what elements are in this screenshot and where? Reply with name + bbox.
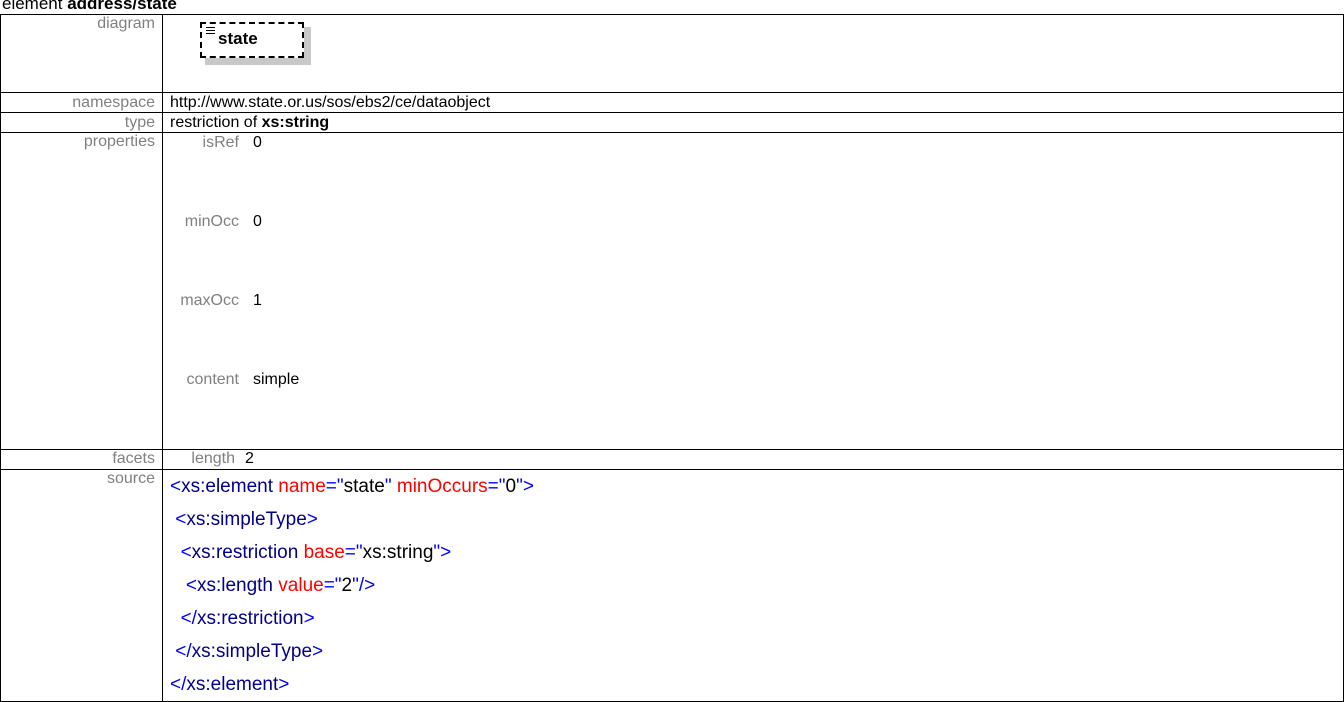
source-line: <xs:restriction base="xs:string">: [170, 536, 1343, 569]
source-token: =": [323, 575, 342, 596]
source-token: ">: [516, 476, 534, 497]
source-token: xs:simpleType: [186, 509, 307, 530]
label-diagram: diagram: [0, 14, 163, 93]
source-token: xs:length: [196, 575, 273, 596]
page-title: element address/state: [2, 0, 177, 14]
element-doc-table: diagram state namespace http://www.state…: [0, 14, 1344, 702]
element-diagram: state: [200, 22, 312, 65]
source-token: <: [170, 476, 182, 497]
diagram-element-box: state: [200, 22, 304, 58]
source-token: =": [325, 476, 344, 497]
property-key: isRef: [202, 134, 239, 151]
properties-table: isRef 0 minOcc 0 maxOcc 1 content simple: [165, 133, 299, 449]
source-token: <: [180, 542, 192, 563]
source-token: xs:restriction: [196, 608, 304, 629]
label-properties: properties: [0, 132, 163, 450]
source-line: </xs:element>: [170, 668, 1343, 701]
source-token: ": [384, 476, 392, 497]
source-token: </: [170, 674, 187, 695]
source-token: >: [312, 641, 324, 662]
facets-cell: length 2: [162, 449, 1344, 470]
namespace-value: http://www.state.or.us/sos/ebs2/ce/datao…: [162, 92, 1344, 113]
property-value: 0: [253, 134, 262, 151]
property-value: 0: [253, 213, 262, 230]
type-base: xs:string: [261, 114, 330, 131]
diagram-element-name: state: [218, 29, 258, 48]
source-token: ">: [433, 542, 452, 563]
source-token: value: [273, 575, 324, 596]
properties-cell: isRef 0 minOcc 0 maxOcc 1 content simple: [162, 132, 1344, 450]
source-code: <xs:element name="state" minOccurs="0"> …: [162, 469, 1344, 702]
title-prefix: element: [2, 0, 68, 13]
row-source: source <xs:element name="state" minOccur…: [0, 469, 1344, 702]
diagram-cell: state: [162, 14, 1344, 93]
source-token: >: [278, 674, 290, 695]
source-token: =": [487, 476, 506, 497]
source-line: <xs:length value="2"/>: [170, 569, 1343, 602]
source-token: >: [303, 608, 315, 629]
type-prefix: restriction of: [170, 114, 262, 131]
source-token: xs:element: [181, 476, 273, 497]
property-key: minOcc: [184, 213, 239, 230]
property-row: maxOcc 1: [165, 291, 299, 370]
type-value: restriction of xs:string: [162, 112, 1344, 133]
source-token: =": [344, 542, 363, 563]
property-value: 1: [253, 292, 262, 309]
property-row: content simple: [165, 370, 300, 449]
source-token: 0: [505, 476, 517, 497]
title-element-name: address/state: [67, 0, 177, 13]
source-token: base: [298, 542, 345, 563]
source-token: xs:string: [362, 542, 434, 563]
source-indent: [170, 608, 181, 629]
source-token: minOccurs: [391, 476, 488, 497]
source-token: </: [180, 608, 197, 629]
source-line: </xs:restriction>: [170, 602, 1343, 635]
source-token: <: [175, 509, 187, 530]
label-namespace: namespace: [0, 92, 163, 113]
source-line: </xs:simpleType>: [170, 635, 1343, 668]
row-properties: properties isRef 0 minOcc 0 maxOcc 1 conten…: [0, 132, 1344, 450]
label-type: type: [0, 112, 163, 133]
source-token: xs:restriction: [191, 542, 299, 563]
property-row: isRef 0: [165, 133, 299, 212]
row-facets: facets length 2: [0, 449, 1344, 470]
source-line: <xs:simpleType>: [170, 503, 1343, 536]
source-token: <: [185, 575, 197, 596]
row-namespace: namespace http://www.state.or.us/sos/ebs…: [0, 92, 1344, 113]
content-model-icon: [206, 27, 215, 36]
property-key: maxOcc: [180, 292, 239, 309]
source-token: xs:element: [186, 674, 279, 695]
property-row: minOcc 0: [165, 212, 299, 291]
source-token: state: [343, 476, 385, 497]
source-line: <xs:element name="state" minOccurs="0">: [170, 470, 1343, 503]
label-source: source: [0, 469, 163, 702]
source-token: xs:simpleType: [191, 641, 313, 662]
property-key: content: [186, 371, 239, 388]
facet-key: length: [191, 450, 235, 467]
row-type: type restriction of xs:string: [0, 112, 1344, 133]
source-token: name: [272, 476, 326, 497]
source-token: "/>: [352, 575, 376, 596]
source-token: </: [175, 641, 192, 662]
source-indent: [170, 542, 181, 563]
facet-value: 2: [245, 450, 254, 467]
source-token: 2: [341, 575, 353, 596]
property-value: simple: [253, 371, 300, 388]
label-facets: facets: [0, 449, 163, 470]
row-diagram: diagram state: [0, 14, 1344, 93]
source-token: >: [306, 509, 318, 530]
source-indent: [170, 575, 186, 596]
